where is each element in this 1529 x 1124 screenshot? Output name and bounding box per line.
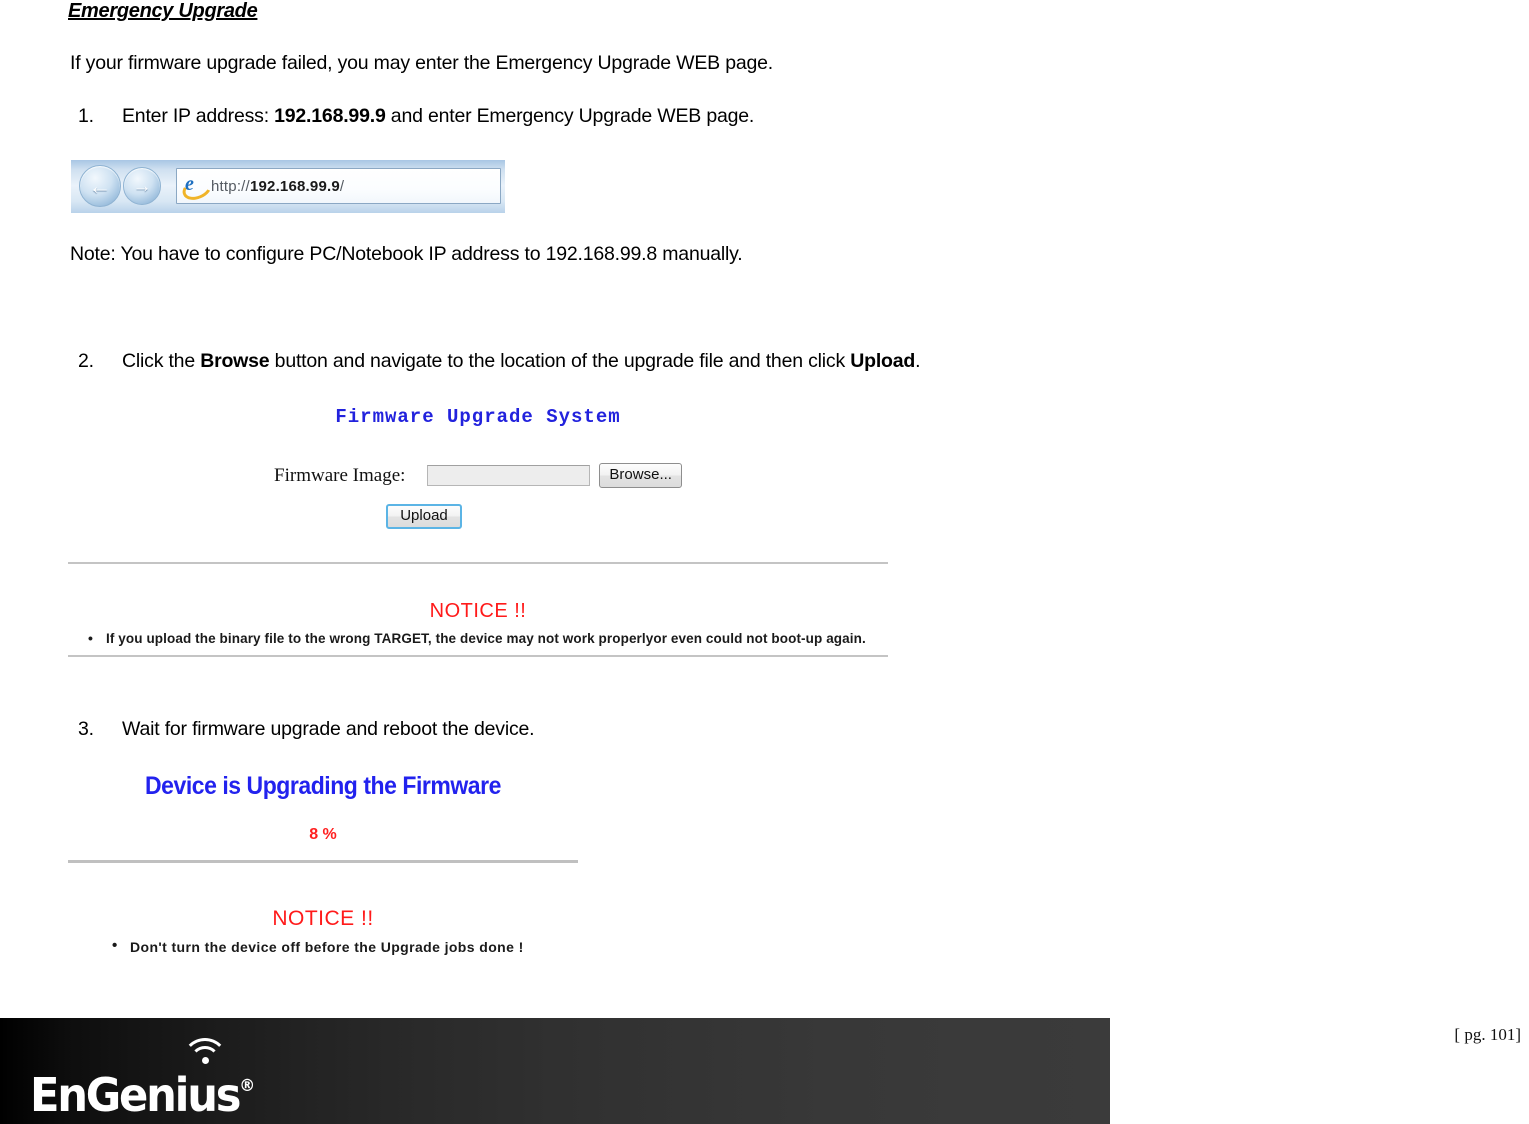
url-input[interactable]: e http://192.168.99.9/ — [176, 168, 501, 204]
internet-explorer-icon: e — [179, 173, 215, 203]
step-2-text-before: Click the — [122, 350, 201, 372]
arrow-left-icon: ← — [88, 172, 112, 199]
upgrade-panel-title: Device is Upgrading the Firmware — [145, 772, 501, 800]
step-2-text-after: . — [915, 350, 921, 372]
step-1: 1. Enter IP address: 192.168.99.9 and ent… — [78, 105, 754, 128]
browser-address-bar-screenshot: ← → e http://192.168.99.9/ — [71, 160, 505, 213]
upgrade-progress-percent: 8 % — [309, 826, 337, 843]
url-text: http://192.168.99.9/ — [211, 178, 344, 195]
back-button[interactable]: ← — [79, 165, 121, 207]
brand-label: EnGenius — [30, 1068, 241, 1122]
list-item: Don't turn the device off before the Upg… — [68, 936, 578, 957]
footer-bar: EnGenius® — [0, 1018, 1110, 1124]
firmware-notice-list: If you upload the binary file to the wro… — [68, 628, 888, 649]
note-paragraph: Note: You have to configure PC/Notebook … — [70, 243, 743, 265]
firmware-notice-title: NOTICE !! — [429, 600, 527, 622]
panel-divider-bottom — [68, 655, 888, 657]
engenius-logo: EnGenius® — [30, 1038, 270, 1122]
firmware-upgrade-panel: Firmware Upgrade System Firmware Image: … — [68, 398, 888, 657]
step-2: 2. Click the Browse button and navigate t… — [78, 350, 921, 373]
upload-button[interactable]: Upload — [386, 504, 462, 529]
step-1-text-before: Enter IP address: — [122, 105, 275, 127]
page-title: Emergency Upgrade — [68, 0, 258, 22]
step-1-number: 1. — [78, 105, 94, 127]
panel-divider-top — [68, 562, 888, 564]
brand-name: EnGenius® — [30, 1058, 255, 1123]
step-2-upload-keyword: Upload — [850, 350, 916, 372]
upgrade-progress-divider — [68, 860, 578, 863]
url-scheme: http:// — [211, 177, 250, 195]
step-2-browse-keyword: Browse — [200, 350, 270, 372]
step-3-number: 3. — [78, 718, 94, 740]
registered-mark: ® — [239, 1076, 256, 1096]
firmware-image-input[interactable] — [427, 465, 591, 486]
upload-row: Upload — [68, 504, 888, 529]
upgrade-notice-list: Don't turn the device off before the Upg… — [68, 936, 578, 957]
browser-nav-buttons: ← → — [79, 165, 161, 207]
url-path: / — [339, 177, 345, 195]
step-2-number: 2. — [78, 350, 94, 372]
list-item: If you upload the binary file to the wro… — [84, 628, 888, 649]
firmware-image-label: Firmware Image: — [274, 464, 406, 486]
firmware-panel-title: Firmware Upgrade System — [335, 406, 621, 428]
arrow-right-icon: → — [132, 175, 152, 197]
firmware-image-row: Firmware Image: Browse... — [68, 463, 888, 488]
step-1-text-after: and enter Emergency Upgrade WEB page. — [385, 105, 755, 127]
upgrade-progress-panel: Device is Upgrading the Firmware 8 % NOT… — [68, 772, 578, 957]
browse-button[interactable]: Browse... — [599, 463, 682, 488]
step-2-text-mid: button and navigate to the location of t… — [269, 350, 851, 372]
step-3-text: Wait for firmware upgrade and reboot the… — [122, 718, 535, 740]
page-number: [ pg. 101] — [1454, 1025, 1521, 1044]
step-1-ip-address: 192.168.99.9 — [274, 105, 386, 127]
url-host: 192.168.99.9 — [249, 177, 340, 195]
step-3: 3. Wait for firmware upgrade and reboot t… — [78, 718, 535, 741]
intro-paragraph: If your firmware upgrade failed, you may… — [70, 52, 774, 74]
forward-button[interactable]: → — [123, 167, 161, 205]
upgrade-notice-title: NOTICE !! — [272, 907, 374, 930]
